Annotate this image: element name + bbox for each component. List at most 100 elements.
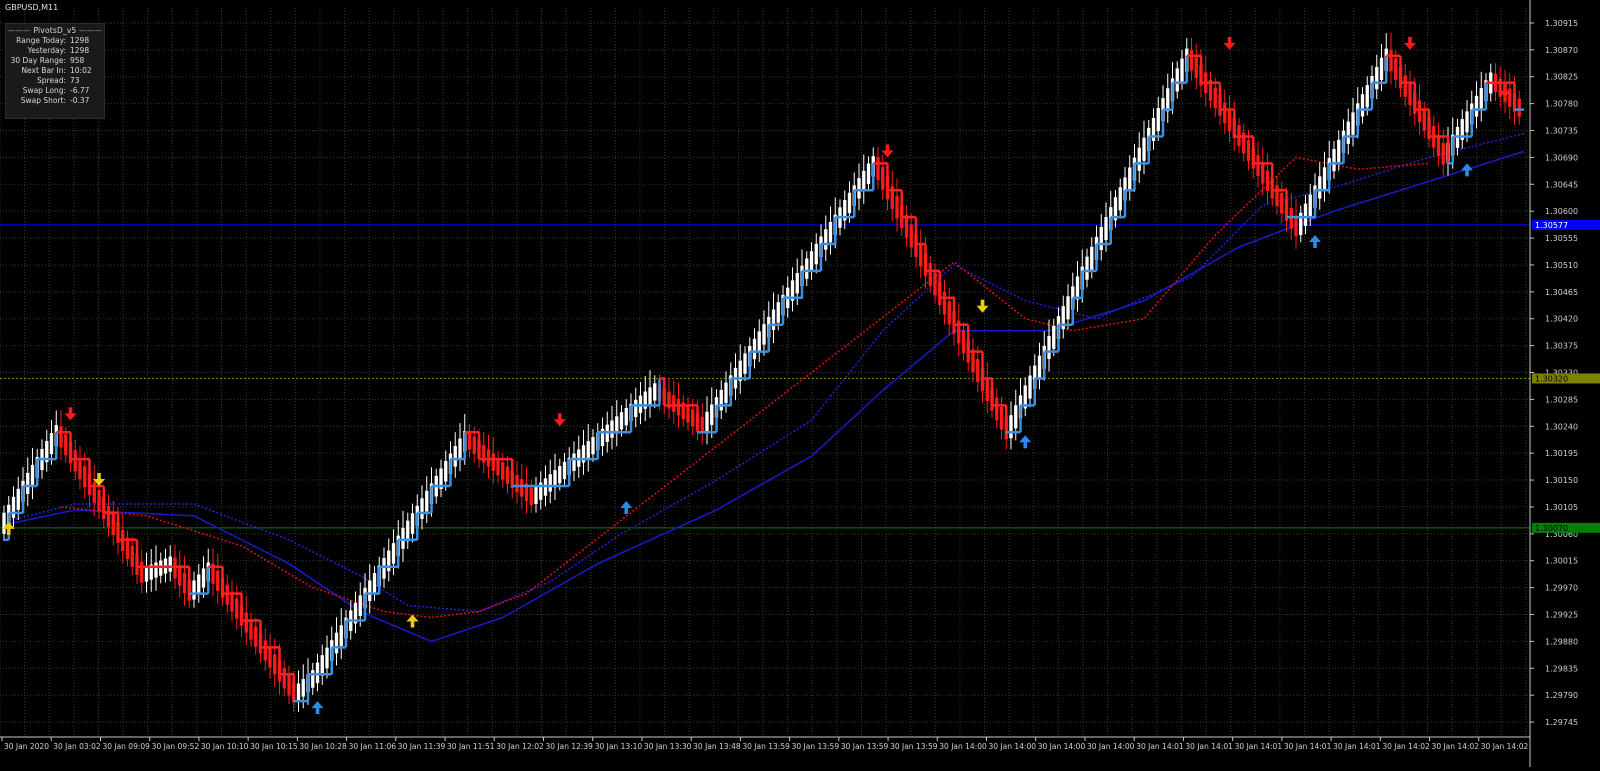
time-tick-label: 30 Jan 14:01 (1284, 742, 1332, 751)
bull-candle (1052, 326, 1056, 350)
bear-candle (83, 466, 87, 488)
bear-candle (1246, 140, 1251, 161)
bull-candle (159, 560, 163, 576)
time-tick-label: 30 Jan 14:01 (1185, 742, 1233, 751)
time-tick-label: 30 Jan 09:09 (102, 742, 150, 751)
time-tick-label: 30 Jan 14:01 (1333, 742, 1381, 751)
bull-candle (1099, 226, 1103, 251)
price-tick-label: 1.30105 (1545, 503, 1578, 512)
bull-candle (1360, 94, 1365, 117)
bear-candle (1517, 98, 1521, 117)
time-tick-label: 30 Jan 14:02 (1481, 742, 1529, 751)
time-tick-label: 30 Jan 10:15 (250, 742, 298, 751)
time-tick-label: 30 Jan 2020 (4, 742, 49, 751)
bull-candle (30, 464, 35, 487)
bear-candle (140, 561, 144, 583)
bull-candle (634, 399, 638, 418)
time-tick-label: 30 Jan 11:39 (398, 742, 446, 751)
bull-candle (296, 683, 301, 702)
bull-candle (49, 433, 54, 455)
bull-candle (814, 243, 818, 265)
chart-window[interactable]: 1.30915 1.30870 1.30825 1.30780 1.30735 1.306… (0, 0, 1600, 767)
bear-candle (1408, 83, 1412, 106)
bull-candle (1379, 57, 1384, 81)
bear-candle (282, 668, 286, 689)
bull-candle (1465, 111, 1469, 133)
bear-candle (263, 640, 267, 661)
bear-candle (676, 398, 681, 416)
info-row-swap-long: Swap Long: -6.77 (22, 86, 90, 95)
bull-candle (743, 353, 747, 374)
bull-candle (144, 566, 149, 582)
time-tick-label: 30 Jan 13:10 (595, 742, 643, 751)
bull-candle (1346, 121, 1350, 144)
bull-candle (1009, 415, 1013, 439)
bull-candle (752, 338, 757, 360)
bear-candle (273, 654, 277, 675)
price-chart[interactable]: 1.30915 1.30870 1.30825 1.30780 1.30735 1.306… (0, 0, 1600, 767)
bull-candle (824, 229, 828, 250)
bull-candle (197, 574, 201, 594)
bull-candle (847, 192, 852, 214)
bear-candle (1394, 58, 1398, 80)
bull-candle (776, 302, 780, 323)
time-tick-label: 30 Jan 14:00 (1038, 742, 1086, 751)
bear-candle (1256, 155, 1260, 176)
bull-candle (771, 309, 776, 331)
time-tick-label: 30 Jan 09:52 (152, 742, 200, 751)
bull-candle (1180, 58, 1184, 82)
time-tick-label: 30 Jan 14:02 (1382, 742, 1430, 751)
bull-candle (1318, 176, 1322, 199)
bear-candle (178, 565, 182, 586)
bull-candle (168, 556, 172, 572)
bull-candle (1028, 375, 1032, 399)
bear-candle (995, 397, 999, 421)
time-tick-label: 30 Jan 13:48 (693, 742, 741, 751)
bull-candle (325, 647, 329, 669)
bull-candle (1085, 256, 1089, 280)
bear-candle (1403, 75, 1407, 97)
bear-candle (59, 426, 63, 448)
bull-candle (762, 324, 766, 345)
bull-candle (586, 441, 590, 459)
time-tick-label: 30 Jan 14:01 (1235, 742, 1283, 751)
bear-candle (467, 432, 472, 450)
blue-level-price-label: 1.30577 (1535, 221, 1568, 230)
bull-candle (1351, 112, 1355, 135)
bull-candle (1375, 66, 1379, 90)
bear-candle (1275, 185, 1279, 207)
bear-candle (1294, 215, 1298, 237)
price-tick-label: 1.30420 (1545, 315, 1578, 324)
bear-candle (173, 557, 177, 579)
bear-candle (249, 619, 253, 640)
price-tick-label: 1.30465 (1545, 288, 1578, 297)
time-tick-label: 30 Jan 14:02 (1432, 742, 1480, 751)
bull-candle (610, 420, 614, 438)
bull-candle (425, 490, 429, 512)
time-tick-label: 30 Jan 03:02 (53, 742, 101, 751)
bull-candle (401, 528, 405, 549)
bull-candle (795, 273, 799, 294)
bear-candle (505, 466, 510, 484)
bear-candle (520, 479, 524, 497)
price-tick-label: 1.30375 (1545, 342, 1578, 351)
bear-candle (287, 675, 291, 696)
bear-candle (1213, 87, 1217, 109)
bull-candle (1479, 88, 1483, 109)
bull-candle (1337, 139, 1341, 163)
bear-candle (976, 359, 980, 382)
bull-candle (1047, 335, 1051, 359)
bear-candle (1422, 109, 1426, 131)
time-tick-label: 30 Jan 12:39 (545, 742, 593, 751)
bull-candle (1075, 276, 1080, 300)
time-tick-label: 30 Jan 13:59 (841, 742, 889, 751)
info-row-range-today: Range Today: 1298 (16, 36, 90, 45)
bull-candle (534, 486, 538, 504)
bull-candle (420, 498, 424, 519)
time-tick-label: 30 Jan 11:06 (349, 742, 397, 751)
bull-candle (301, 679, 305, 697)
bear-candle (1189, 49, 1194, 71)
bull-candle (311, 670, 315, 688)
bull-candle (591, 437, 595, 455)
bear-candle (216, 570, 220, 591)
